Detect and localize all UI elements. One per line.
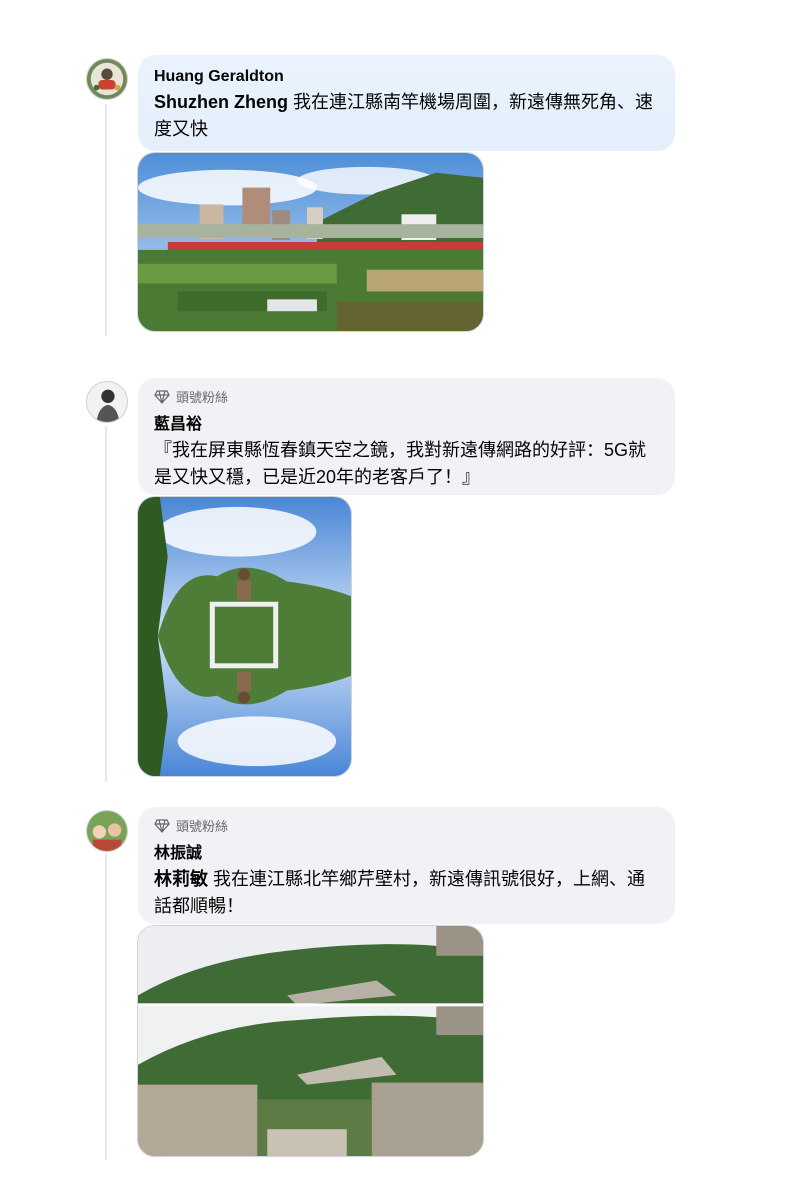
top-fan-badge: 頭號粉絲	[154, 816, 659, 835]
diamond-icon	[154, 389, 170, 404]
avatar[interactable]	[86, 58, 128, 100]
thread-line	[105, 104, 107, 336]
comment-photo[interactable]	[137, 925, 484, 1157]
hillside-village-photo	[138, 926, 483, 1156]
comment-bubble: 頭號粉絲 林振誠 林莉敏 我在連江縣北竿鄉芹壁村，新遠傳訊號很好，上網、通話都順…	[138, 807, 675, 924]
diamond-icon	[154, 818, 170, 833]
comment-photo[interactable]	[137, 152, 484, 332]
comment-body: 我在連江縣北竿鄉芹壁村，新遠傳訊號很好，上網、通話都順暢！	[154, 869, 646, 916]
thread-line	[105, 854, 107, 1160]
comment-author[interactable]: 林振誠	[154, 839, 659, 863]
sky-mirror-photo	[138, 497, 351, 776]
badge-label: 頭號粉絲	[176, 819, 229, 834]
village-fields-photo	[138, 153, 483, 331]
comment-author[interactable]: Huang Geraldton	[154, 68, 659, 86]
avatar-image	[87, 382, 127, 422]
comment-bubble: Huang Geraldton Shuzhen Zheng 我在連江縣南竿機場周…	[138, 55, 675, 151]
badge-label: 頭號粉絲	[176, 390, 229, 405]
comment-photo[interactable]	[137, 496, 352, 777]
comment-bubble: 頭號粉絲 藍昌裕 『我在屏東縣恆春鎮天空之鏡，我對新遠傳網路的好評：5G就是又快…	[138, 378, 675, 495]
avatar[interactable]	[86, 381, 128, 423]
avatar-image	[87, 59, 127, 99]
comment-text: Shuzhen Zheng 我在連江縣南竿機場周圍，新遠傳無死角、速度又快	[154, 89, 659, 143]
comment-text: 林莉敏 我在連江縣北竿鄉芹壁村，新遠傳訊號很好，上網、通話都順暢！	[154, 866, 659, 920]
mention-tag[interactable]: 林莉敏	[154, 869, 208, 889]
mention-tag[interactable]: Shuzhen Zheng	[154, 92, 288, 112]
avatar-image	[87, 811, 127, 851]
thread-line	[105, 426, 107, 782]
comment-text: 『我在屏東縣恆春鎮天空之鏡，我對新遠傳網路的好評：5G就是又快又穩，已是近20年…	[154, 440, 647, 487]
comment-author[interactable]: 藍昌裕	[154, 410, 659, 434]
top-fan-badge: 頭號粉絲	[154, 387, 659, 406]
avatar[interactable]	[86, 810, 128, 852]
